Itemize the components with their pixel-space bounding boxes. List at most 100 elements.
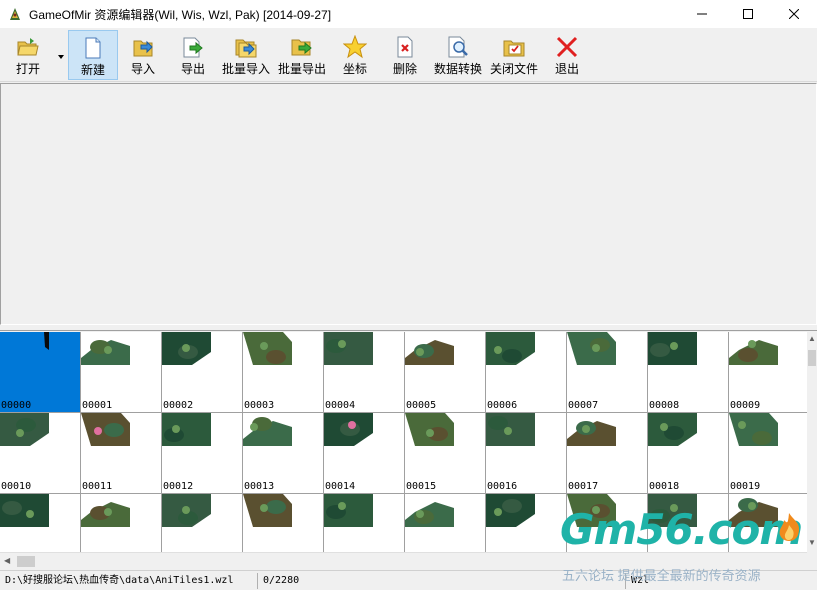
export-button[interactable]: 导出 [172, 30, 214, 80]
maximize-icon [743, 9, 753, 19]
tile-item[interactable]: 00024 [324, 494, 405, 552]
close-file-button[interactable]: 关闭文件 [488, 30, 540, 80]
tile-item[interactable]: 00018 [648, 413, 729, 494]
flame-logo-icon [779, 513, 800, 541]
tile-thumbnail-image [405, 413, 454, 446]
tile-item[interactable]: 00006 [486, 332, 567, 413]
tile-thumbnail-image [0, 413, 49, 446]
tile-label: 00004 [325, 400, 356, 411]
import-icon [133, 40, 153, 57]
tile-item[interactable]: 00013 [243, 413, 324, 494]
tile-item[interactable]: 00004 [324, 332, 405, 413]
tile-item[interactable]: 00010 [0, 413, 81, 494]
open-button[interactable]: 打开 [6, 30, 50, 80]
new-button-label: 新建 [80, 63, 105, 77]
tile-label: 00017 [568, 481, 599, 492]
tile-label: 00006 [487, 400, 518, 411]
tile-item[interactable]: 00012 [162, 413, 243, 494]
close-file-button-label: 关闭文件 [489, 62, 538, 76]
close-icon [789, 9, 799, 19]
window-title: GameOfMir 资源编辑器(Wil, Wis, Wzl, Pak) [201… [29, 7, 332, 22]
batch-import-button[interactable]: 批量导入 [220, 30, 272, 80]
data-convert-button[interactable]: 数据转换 [431, 30, 485, 80]
close-button[interactable] [771, 0, 817, 28]
watermark-caption: 五六论坛 提供最全最新的传奇资源 [562, 568, 761, 583]
open-dropdown-arrow-icon[interactable] [57, 54, 65, 60]
star-icon [343, 35, 367, 59]
close-file-icon [503, 40, 525, 57]
tile-item[interactable]: 00016 [486, 413, 567, 494]
tile-label: 00008 [649, 400, 680, 411]
new-button[interactable]: 新建 [68, 30, 118, 80]
tile-label: 00003 [244, 400, 275, 411]
tile-label: 00009 [730, 400, 761, 411]
site-watermark: Gm56.com 五六论坛 提供最全最新的传奇资源 [550, 505, 810, 585]
scroll-up-arrow-icon[interactable]: ▲ [808, 334, 816, 344]
tile-item[interactable]: 00014 [324, 413, 405, 494]
image-preview-pane [0, 83, 817, 325]
tile-label: 00019 [730, 481, 761, 492]
tile-thumbnail-image [729, 413, 778, 446]
tile-thumbnail-image [648, 332, 697, 365]
tile-label: 00010 [1, 481, 32, 492]
tile-item[interactable]: 00000 [0, 332, 81, 413]
pane-splitter[interactable] [0, 325, 817, 331]
tile-thumbnail-image [486, 332, 535, 365]
scroll-left-arrow-icon[interactable]: ◀ [4, 556, 10, 566]
coordinate-button-label: 坐标 [342, 62, 367, 76]
exit-button-label: 退出 [554, 62, 579, 76]
app-icon [10, 8, 20, 20]
batch-export-button[interactable]: 批量导出 [276, 30, 328, 80]
tile-item[interactable]: 00003 [243, 332, 324, 413]
exit-button[interactable]: 退出 [548, 30, 586, 80]
convert-icon [448, 36, 468, 58]
tile-item[interactable]: 00002 [162, 332, 243, 413]
delete-button-label: 删除 [392, 62, 417, 76]
tile-label: 00016 [487, 481, 518, 492]
exit-x-icon [556, 36, 578, 58]
tile-item[interactable]: 00022 [162, 494, 243, 552]
tile-label: 00002 [163, 400, 194, 411]
tile-item[interactable]: 00011 [81, 413, 162, 494]
batch-export-icon [291, 39, 312, 56]
tile-label: 00013 [244, 481, 275, 492]
import-button-label: 导入 [130, 62, 155, 76]
data-convert-button-label: 数据转换 [433, 62, 482, 76]
minimize-icon [697, 13, 707, 15]
tile-item[interactable]: 00023 [243, 494, 324, 552]
tile-thumbnail-image [81, 502, 130, 527]
horizontal-scroll-thumb[interactable] [17, 556, 35, 567]
coordinate-button[interactable]: 坐标 [334, 30, 376, 80]
tile-thumbnail-image [486, 494, 535, 527]
tile-item[interactable]: 00017 [567, 413, 648, 494]
tile-thumbnail-image [44, 332, 49, 350]
export-icon [183, 37, 203, 58]
tile-label: 00014 [325, 481, 356, 492]
tile-thumbnail-image [162, 413, 211, 446]
tile-item[interactable]: 00005 [405, 332, 486, 413]
tile-thumbnail-image [324, 413, 373, 446]
delete-button[interactable]: 删除 [384, 30, 426, 80]
import-button[interactable]: 导入 [122, 30, 164, 80]
minimize-button[interactable] [679, 0, 725, 28]
tile-item[interactable]: 00021 [81, 494, 162, 552]
batch-export-button-label: 批量导出 [277, 62, 326, 76]
tile-label: 00001 [82, 400, 113, 411]
tile-label: 00015 [406, 481, 437, 492]
tile-thumbnail-image [567, 421, 616, 446]
tile-item[interactable]: 00001 [81, 332, 162, 413]
tile-item[interactable]: 00015 [405, 413, 486, 494]
tile-item[interactable]: 00025 [405, 494, 486, 552]
tile-thumbnail-image [162, 494, 211, 527]
tile-item[interactable]: 00008 [648, 332, 729, 413]
export-button-label: 导出 [180, 62, 205, 76]
open-button-label: 打开 [15, 62, 40, 76]
vertical-scroll-thumb[interactable] [808, 350, 816, 366]
tile-item[interactable]: 00019 [729, 413, 807, 494]
tile-thumbnail-image [81, 340, 130, 365]
tile-item[interactable]: 00009 [729, 332, 807, 413]
tile-thumbnail-image [243, 332, 292, 365]
tile-item[interactable]: 00020 [0, 494, 81, 552]
tile-item[interactable]: 00007 [567, 332, 648, 413]
maximize-button[interactable] [725, 0, 771, 28]
